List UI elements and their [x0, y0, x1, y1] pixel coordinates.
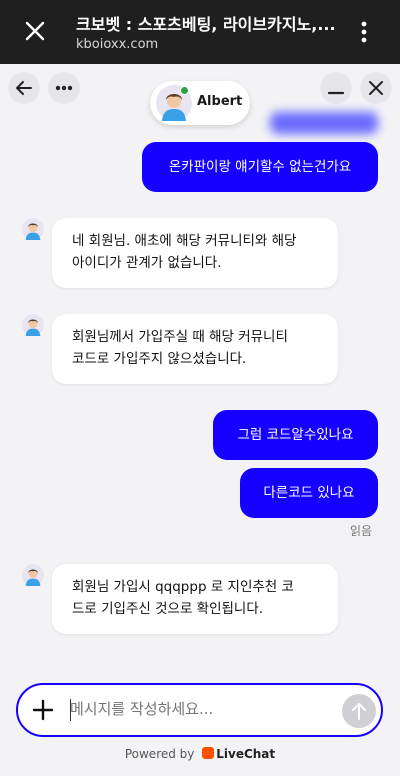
- message-line: 네 회원님. 애초에 해당 커뮤니티와 해당: [72, 233, 297, 249]
- arrow-up-icon: [352, 703, 366, 720]
- powered-by-footer[interactable]: Powered by LiveChat: [0, 747, 400, 761]
- minimize-button[interactable]: [320, 72, 352, 104]
- close-icon[interactable]: [24, 20, 46, 42]
- read-receipt: 읽음: [350, 524, 373, 538]
- agent-chip: Albert: [150, 81, 250, 125]
- text-caret: [70, 699, 71, 721]
- agent-mini-avatar: [22, 314, 44, 336]
- more-vert-icon[interactable]: [356, 20, 372, 44]
- message-line: 드로 기입주신 것으로 확인됩니다.: [72, 601, 264, 617]
- more-options-button[interactable]: [48, 72, 80, 104]
- blurred-message: [270, 112, 378, 134]
- livechat-logo-icon: [202, 747, 215, 759]
- message-text: 다른코드 있나요: [263, 485, 355, 501]
- minimize-icon: [328, 91, 344, 95]
- message-line: 회원님께서 가입주실 때 해당 커뮤니티: [72, 329, 288, 345]
- visitor-message: 그럼 코드알수있나요: [213, 410, 378, 460]
- message-text: 그럼 코드알수있나요: [237, 427, 354, 443]
- page-title: 크보벳 : 스포츠베팅, 라이브카지노,...: [76, 15, 336, 34]
- message-input[interactable]: [70, 700, 330, 718]
- visitor-message: 온카판이랑 얘기할수 없는건가요: [142, 142, 378, 192]
- message-text: 온카판이랑 얘기할수 없는건가요: [168, 159, 352, 175]
- agent-mini-avatar: [22, 218, 44, 240]
- message-line: 아이디가 관계가 없습니다.: [72, 255, 222, 271]
- message-line: 코드로 가입주지 않으셨습니다.: [72, 351, 247, 367]
- arrow-left-icon: [16, 81, 32, 95]
- chat-window: Albert 온카판이랑 얘기할수 없는건가요 네 회원님. 애초에 해당 커뮤…: [0, 64, 400, 776]
- agent-mini-avatar: [22, 564, 44, 586]
- message-line: 회원님 가입시 qqqppp 로 지인추천 코: [72, 579, 294, 595]
- message-composer: [16, 683, 383, 737]
- powered-by-text: Powered by: [124, 747, 195, 761]
- browser-top-bar: 크보벳 : 스포츠베팅, 라이브카지노,... kboioxx.com: [0, 0, 400, 64]
- close-icon: [369, 81, 383, 95]
- agent-message: 네 회원님. 애초에 해당 커뮤니티와 해당 아이디가 관계가 없습니다.: [52, 218, 338, 288]
- agent-message: 회원님 가입시 qqqppp 로 지인추천 코 드로 기입주신 것으로 확인됩니…: [52, 564, 338, 634]
- agent-name: Albert: [197, 94, 243, 109]
- online-status-dot: [180, 86, 189, 95]
- more-horiz-icon: [55, 85, 73, 91]
- send-button[interactable]: [342, 694, 376, 728]
- add-attachment-icon[interactable]: [32, 699, 54, 721]
- close-chat-button[interactable]: [360, 72, 392, 104]
- agent-message: 회원님께서 가입주실 때 해당 커뮤니티 코드로 가입주지 않으셨습니다.: [52, 314, 338, 384]
- page-url: kboioxx.com: [76, 37, 159, 52]
- back-button[interactable]: [8, 72, 40, 104]
- brand-name: LiveChat: [216, 747, 276, 761]
- visitor-message: 다른코드 있나요: [240, 468, 378, 518]
